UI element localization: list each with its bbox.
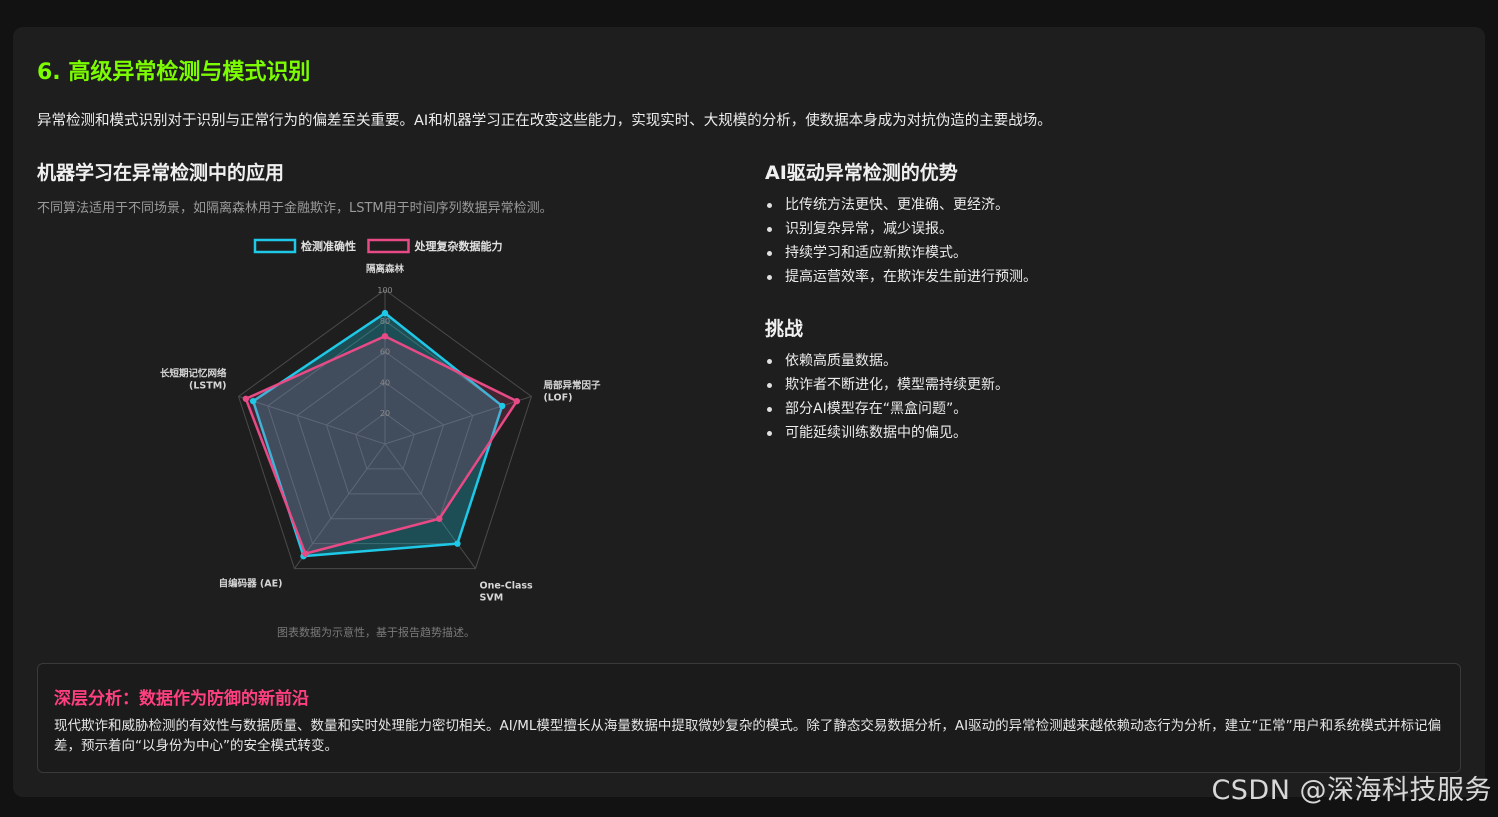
- radar-point: [454, 540, 461, 547]
- list-item: 可能延续训练数据中的偏见。: [765, 421, 1009, 445]
- radar-category-label: 隔离森林: [366, 263, 405, 275]
- bullet-icon: [767, 203, 772, 208]
- radar-tick-label: 80: [380, 317, 390, 326]
- bullet-icon: [767, 251, 772, 256]
- advantages-title: AI驱动异常检测的优势: [765, 162, 958, 184]
- radar-category-label: SVM: [480, 593, 504, 604]
- radar-category-label: 局部异常因子: [543, 379, 601, 391]
- radar-point: [249, 397, 257, 405]
- radar-series-1: [244, 334, 519, 555]
- radar-point: [436, 515, 443, 522]
- bullet-icon: [767, 431, 772, 436]
- challenges-title: 挑战: [765, 318, 804, 340]
- radar-point: [513, 397, 521, 405]
- challenges-list: 依赖高质量数据。 欺诈者不断进化，模型需持续更新。 部分AI模型存在“黑盒问题”…: [765, 349, 1009, 445]
- legend-label: 处理复杂数据能力: [414, 239, 503, 253]
- list-item: 识别复杂异常，减少误报。: [765, 217, 1037, 241]
- bullet-icon: [767, 227, 772, 232]
- legend-label: 检测准确性: [301, 239, 356, 253]
- radar-category-label: (LSTM): [189, 380, 227, 391]
- deep-analysis-box: 深层分析：数据作为防御的新前沿 现代欺诈和威胁检测的有效性与数据质量、数量和实时…: [37, 663, 1461, 773]
- bullet-icon: [767, 383, 772, 388]
- list-item: 比传统方法更快、更准确、更经济。: [765, 193, 1037, 217]
- legend-swatch: [253, 238, 297, 254]
- radar-category-label: (LOF): [543, 392, 572, 403]
- radar-point: [242, 395, 250, 402]
- list-item: 欺诈者不断进化，模型需持续更新。: [765, 373, 1009, 397]
- deep-analysis-body: 现代欺诈和威胁检测的有效性与数据质量、数量和实时处理能力密切相关。AI/ML模型…: [54, 718, 1442, 754]
- radar-point: [302, 550, 309, 557]
- list-item: 部分AI模型存在“黑盒问题”。: [765, 397, 1009, 421]
- radar-category-label: One-Class: [480, 581, 534, 592]
- radar-point: [381, 333, 389, 340]
- radar-tick-label: 40: [380, 378, 390, 387]
- watermark: CSDN @深海科技服务: [1211, 775, 1492, 806]
- section-card: 6. 高级异常检测与模式识别 异常检测和模式识别对于识别与正常行为的偏差至关重要…: [13, 27, 1485, 797]
- radar-category-label: 自编码器 (AE): [219, 578, 283, 590]
- legend-swatch: [367, 238, 410, 254]
- radar-point: [381, 309, 389, 317]
- bullet-icon: [767, 359, 772, 364]
- advantages-list: 比传统方法更快、更准确、更经济。 识别复杂异常，减少误报。 持续学习和适应新欺诈…: [765, 193, 1037, 289]
- bullet-icon: [767, 407, 772, 412]
- list-item: 持续学习和适应新欺诈模式。: [765, 241, 1037, 265]
- list-item: 提高运营效率，在欺诈发生前进行预测。: [765, 265, 1037, 289]
- radar-tick-label: 60: [380, 348, 390, 357]
- chart-caption: 图表数据为示意性，基于报告趋势描述。: [277, 626, 475, 639]
- list-item: 依赖高质量数据。: [765, 349, 1009, 373]
- radar-chart: 20 40 60 80 100 隔离森林局部异常因子(LOF) One-ClassSVM 自编…: [160, 238, 601, 604]
- radar-tick-label: 100: [377, 286, 392, 295]
- deep-analysis-title: 深层分析：数据作为防御的新前沿: [54, 689, 309, 709]
- radar-category-label: 长短期记忆网络: [160, 367, 227, 379]
- bullet-icon: [767, 275, 772, 280]
- radar-point: [498, 402, 506, 410]
- radar-tick-label: 20: [380, 409, 390, 418]
